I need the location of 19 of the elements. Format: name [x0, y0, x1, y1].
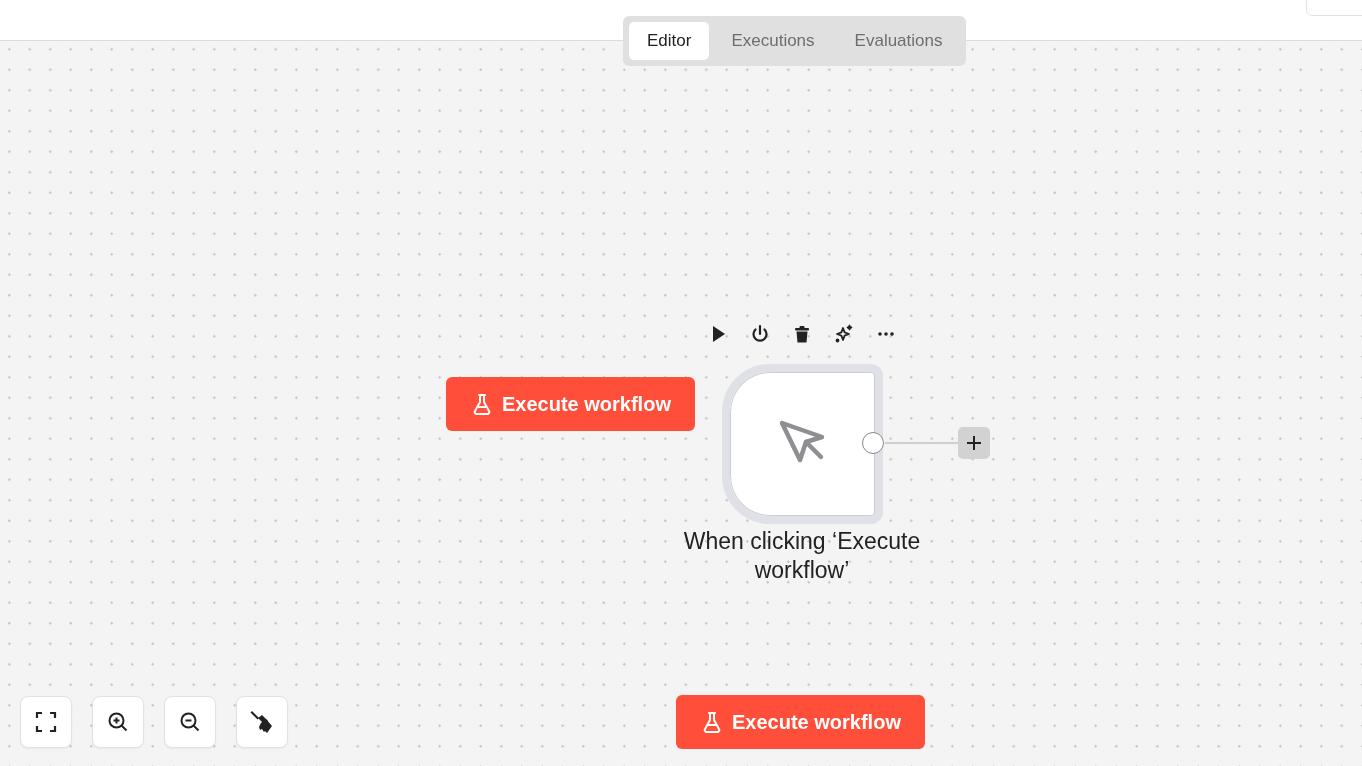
flask-icon — [702, 711, 722, 733]
fullscreen-icon — [35, 711, 57, 733]
zoom-out-button[interactable] — [164, 696, 216, 748]
zoom-in-icon — [107, 711, 129, 733]
tab[interactable]: Evaluations — [836, 22, 961, 60]
node-label: When clicking ‘Execute workflow’ — [682, 527, 922, 585]
flask-icon — [472, 393, 492, 415]
execute-workflow-button[interactable]: Execute workflow — [676, 695, 925, 749]
tab[interactable]: Editor — [629, 22, 710, 60]
broom-icon — [249, 709, 275, 735]
zoom-in-button[interactable] — [92, 696, 144, 748]
add-node-button[interactable] — [958, 427, 990, 459]
zoom-out-icon — [179, 711, 201, 733]
execute-workflow-button[interactable]: Execute workflow — [446, 377, 695, 431]
tab[interactable]: Executions — [713, 22, 833, 60]
clear-button[interactable] — [236, 696, 288, 748]
plus-icon — [966, 435, 982, 451]
fit-view-button[interactable] — [20, 696, 72, 748]
trigger-node[interactable] — [722, 364, 883, 524]
